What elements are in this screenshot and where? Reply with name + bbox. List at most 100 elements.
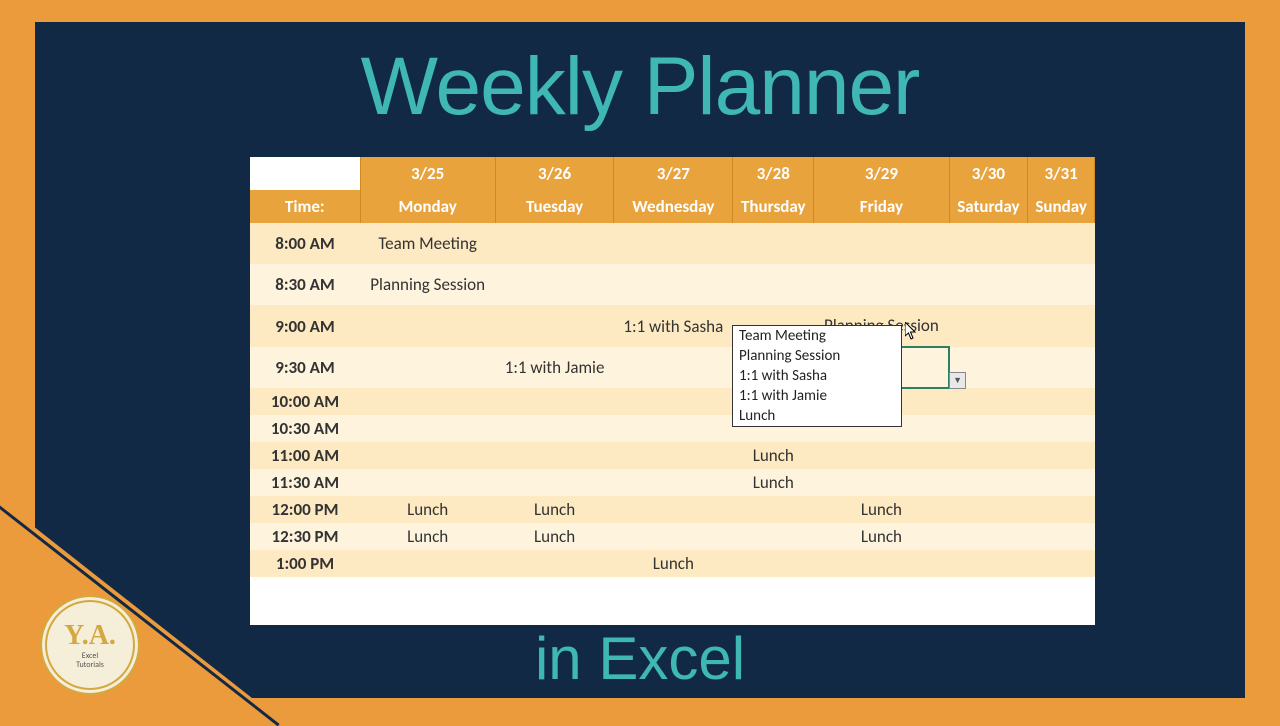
planner-cell[interactable] bbox=[1028, 388, 1095, 415]
planner-cell[interactable]: Lunch bbox=[814, 523, 949, 550]
planner-cell[interactable] bbox=[495, 442, 614, 469]
planner-cell[interactable]: Lunch bbox=[733, 442, 814, 469]
date-col-5[interactable]: 3/30 bbox=[949, 157, 1028, 190]
date-col-2[interactable]: 3/27 bbox=[614, 157, 733, 190]
planner-cell[interactable] bbox=[360, 415, 495, 442]
time-cell[interactable]: 10:00 AM bbox=[250, 388, 360, 415]
planner-cell[interactable] bbox=[949, 442, 1028, 469]
planner-cell[interactable] bbox=[1028, 469, 1095, 496]
planner-cell[interactable] bbox=[614, 347, 733, 388]
time-cell[interactable]: 8:30 AM bbox=[250, 264, 360, 305]
planner-cell[interactable] bbox=[1028, 415, 1095, 442]
planner-cell[interactable] bbox=[495, 415, 614, 442]
planner-cell[interactable] bbox=[1028, 550, 1095, 577]
planner-cell[interactable]: Lunch bbox=[733, 469, 814, 496]
planner-cell[interactable] bbox=[614, 523, 733, 550]
planner-cell[interactable]: Lunch bbox=[495, 523, 614, 550]
diagonal-corner bbox=[0, 500, 280, 720]
time-cell[interactable]: 9:00 AM bbox=[250, 305, 360, 347]
planner-cell[interactable] bbox=[614, 442, 733, 469]
dropdown-item[interactable]: Planning Session bbox=[733, 346, 901, 366]
planner-cell[interactable] bbox=[1028, 223, 1095, 264]
planner-cell[interactable] bbox=[360, 388, 495, 415]
planner-cell[interactable] bbox=[949, 305, 1028, 347]
planner-cell[interactable] bbox=[949, 223, 1028, 264]
planner-cell[interactable] bbox=[733, 550, 814, 577]
day-col-1[interactable]: Tuesday bbox=[495, 190, 614, 223]
planner-cell[interactable] bbox=[614, 415, 733, 442]
planner-cell[interactable] bbox=[1028, 347, 1095, 388]
planner-cell[interactable]: 1:1 with Jamie bbox=[495, 347, 614, 388]
planner-cell[interactable] bbox=[495, 388, 614, 415]
day-col-5[interactable]: Saturday bbox=[949, 190, 1028, 223]
dropdown-item[interactable]: 1:1 with Sasha bbox=[733, 366, 901, 386]
date-col-3[interactable]: 3/28 bbox=[733, 157, 814, 190]
planner-cell[interactable] bbox=[814, 264, 949, 305]
planner-cell[interactable] bbox=[360, 550, 495, 577]
time-cell[interactable]: 11:30 AM bbox=[250, 469, 360, 496]
time-cell[interactable]: 11:00 AM bbox=[250, 442, 360, 469]
planner-cell[interactable]: Lunch bbox=[495, 496, 614, 523]
planner-cell[interactable] bbox=[1028, 442, 1095, 469]
planner-cell[interactable] bbox=[495, 469, 614, 496]
planner-cell[interactable] bbox=[949, 550, 1028, 577]
dropdown-item[interactable]: 1:1 with Jamie bbox=[733, 386, 901, 406]
planner-cell[interactable]: Lunch bbox=[814, 496, 949, 523]
planner-cell[interactable] bbox=[949, 523, 1028, 550]
planner-cell[interactable] bbox=[814, 223, 949, 264]
planner-cell[interactable] bbox=[614, 264, 733, 305]
planner-cell[interactable] bbox=[360, 305, 495, 347]
date-col-0[interactable]: 3/25 bbox=[360, 157, 495, 190]
planner-cell[interactable] bbox=[1028, 496, 1095, 523]
planner-cell[interactable]: 1:1 with Sasha bbox=[614, 305, 733, 347]
planner-cell[interactable] bbox=[495, 223, 614, 264]
day-col-3[interactable]: Thursday bbox=[733, 190, 814, 223]
planner-cell[interactable] bbox=[733, 223, 814, 264]
planner-cell[interactable]: Planning Session bbox=[360, 264, 495, 305]
planner-cell[interactable] bbox=[814, 442, 949, 469]
planner-cell[interactable] bbox=[495, 264, 614, 305]
planner-cell[interactable] bbox=[360, 442, 495, 469]
planner-cell[interactable] bbox=[495, 305, 614, 347]
day-col-4[interactable]: Friday bbox=[814, 190, 949, 223]
planner-cell[interactable] bbox=[949, 388, 1028, 415]
planner-cell[interactable] bbox=[360, 469, 495, 496]
date-col-1[interactable]: 3/26 bbox=[495, 157, 614, 190]
date-col-6[interactable]: 3/31 bbox=[1028, 157, 1095, 190]
planner-cell[interactable]: Lunch bbox=[614, 550, 733, 577]
dropdown-button[interactable]: ▼ bbox=[949, 372, 966, 389]
planner-cell[interactable] bbox=[614, 388, 733, 415]
planner-cell[interactable]: Lunch bbox=[360, 523, 495, 550]
day-col-6[interactable]: Sunday bbox=[1028, 190, 1095, 223]
planner-cell[interactable] bbox=[814, 550, 949, 577]
planner-cell[interactable] bbox=[1028, 264, 1095, 305]
planner-table[interactable]: 3/25 3/26 3/27 3/28 3/29 3/30 3/31 Time:… bbox=[250, 157, 1095, 577]
planner-cell[interactable] bbox=[733, 523, 814, 550]
dropdown-list[interactable]: Team Meeting Planning Session 1:1 with S… bbox=[732, 325, 902, 427]
planner-cell[interactable]: Lunch bbox=[360, 496, 495, 523]
dropdown-item[interactable]: Team Meeting bbox=[733, 326, 901, 346]
day-col-0[interactable]: Monday bbox=[360, 190, 495, 223]
time-cell[interactable]: 10:30 AM bbox=[250, 415, 360, 442]
planner-cell[interactable] bbox=[733, 264, 814, 305]
time-cell[interactable]: 9:30 AM bbox=[250, 347, 360, 388]
day-col-2[interactable]: Wednesday bbox=[614, 190, 733, 223]
planner-cell[interactable] bbox=[495, 550, 614, 577]
spreadsheet[interactable]: 3/25 3/26 3/27 3/28 3/29 3/30 3/31 Time:… bbox=[250, 157, 1095, 625]
planner-cell[interactable] bbox=[614, 469, 733, 496]
planner-cell[interactable] bbox=[949, 469, 1028, 496]
planner-cell[interactable] bbox=[949, 264, 1028, 305]
planner-cell[interactable] bbox=[1028, 305, 1095, 347]
planner-cell[interactable] bbox=[949, 415, 1028, 442]
planner-cell[interactable] bbox=[814, 469, 949, 496]
planner-cell[interactable]: Team Meeting bbox=[360, 223, 495, 264]
planner-cell[interactable] bbox=[733, 496, 814, 523]
dropdown-item[interactable]: Lunch bbox=[733, 406, 901, 426]
planner-cell[interactable] bbox=[614, 223, 733, 264]
date-col-4[interactable]: 3/29 bbox=[814, 157, 949, 190]
planner-cell[interactable] bbox=[949, 496, 1028, 523]
planner-cell[interactable] bbox=[1028, 523, 1095, 550]
time-cell[interactable]: 8:00 AM bbox=[250, 223, 360, 264]
planner-cell[interactable] bbox=[360, 347, 495, 388]
planner-cell[interactable] bbox=[614, 496, 733, 523]
